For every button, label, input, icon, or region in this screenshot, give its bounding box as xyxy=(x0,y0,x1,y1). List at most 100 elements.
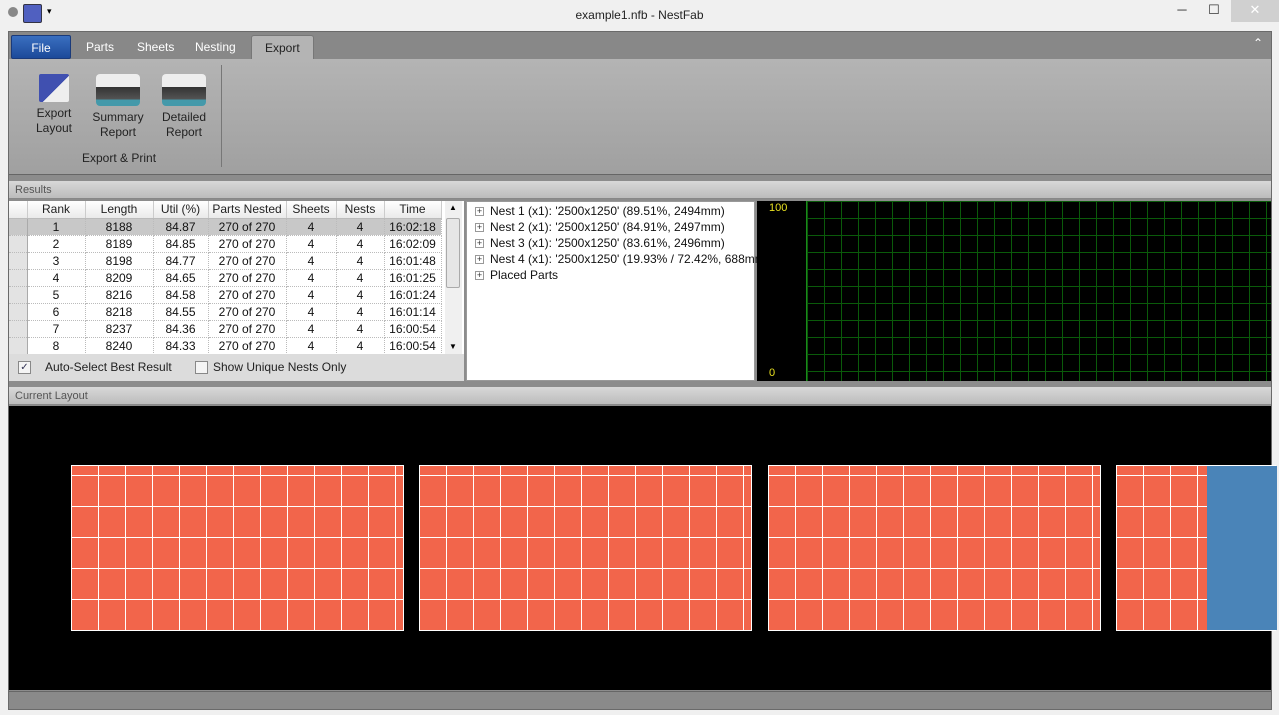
button-label: Report xyxy=(165,125,203,139)
row-header[interactable] xyxy=(9,252,28,270)
table-row[interactable]: 6 8218 84.55 270 of 270 4 4 16:01:14 xyxy=(9,303,442,321)
tab-file[interactable]: File xyxy=(11,35,71,59)
table-cell: 4 xyxy=(336,235,385,253)
table-cell: 4 xyxy=(336,218,385,236)
row-header[interactable] xyxy=(9,320,28,338)
table-cell: 16:02:18 xyxy=(384,218,442,236)
scroll-down-icon[interactable]: ▼ xyxy=(449,342,457,351)
scroll-thumb[interactable] xyxy=(446,218,460,288)
table-cell: 270 of 270 xyxy=(208,320,287,338)
tree-node[interactable]: + Placed Parts xyxy=(475,268,558,284)
tree-node[interactable]: + Nest 2 (x1): '2500x1250' (84.91%, 2497m… xyxy=(475,220,725,236)
table-cell: 270 of 270 xyxy=(208,235,287,253)
export-layout-button[interactable]: Export Layout xyxy=(29,74,79,136)
table-row[interactable]: 5 8216 84.58 270 of 270 4 4 16:01:24 xyxy=(9,286,442,304)
row-header[interactable] xyxy=(9,218,28,236)
expand-icon[interactable]: + xyxy=(475,239,484,249)
table-cell: 5 xyxy=(27,286,86,304)
nest-tree: + Nest 1 (x1): '2500x1250' (89.51%, 2494m… xyxy=(466,201,769,381)
table-cell: 270 of 270 xyxy=(208,252,287,270)
table-row[interactable]: 4 8209 84.65 270 of 270 4 4 16:01:25 xyxy=(9,269,442,287)
row-header[interactable] xyxy=(9,303,28,321)
nest-sheet-2[interactable] xyxy=(419,465,752,631)
tab-export[interactable]: Export xyxy=(251,35,314,59)
expand-icon[interactable]: + xyxy=(475,207,484,217)
row-header[interactable] xyxy=(9,235,28,253)
results-grid: Rank Length Util (%) Parts Nested Sheets Nest… xyxy=(9,201,464,381)
column-header[interactable]: Rank xyxy=(27,201,86,219)
table-cell: 16:01:24 xyxy=(384,286,442,304)
nest-sheet-3[interactable] xyxy=(768,465,1101,631)
ribbon-group-label: Export & Print xyxy=(82,151,157,165)
expand-icon[interactable]: + xyxy=(475,223,484,233)
table-row[interactable]: 7 8237 84.36 270 of 270 4 4 16:00:54 xyxy=(9,320,442,338)
auto-select-checkbox[interactable]: ✓ xyxy=(18,361,31,374)
status-bar xyxy=(9,691,1271,709)
maximize-button[interactable]: ☐ xyxy=(1199,0,1229,22)
unique-nests-checkbox[interactable] xyxy=(195,361,208,374)
tree-node[interactable]: + Nest 4 (x1): '2500x1250' (19.93% / 72.4… xyxy=(475,252,769,268)
window-title: example1.nfb - NestFab xyxy=(575,8,704,22)
results-scrollbar[interactable]: ▲ ▼ xyxy=(445,201,462,354)
expand-icon[interactable]: + xyxy=(475,255,484,265)
table-cell: 2 xyxy=(27,235,86,253)
detailed-report-button[interactable]: Detailed Report xyxy=(157,74,211,140)
nest-sheet-1[interactable] xyxy=(71,465,404,631)
column-header[interactable]: Length xyxy=(85,201,154,219)
printer-icon xyxy=(162,74,206,106)
summary-report-button[interactable]: Summary Report xyxy=(91,74,145,140)
table-cell: 4 xyxy=(336,303,385,321)
tab-sheets[interactable]: Sheets xyxy=(124,35,187,59)
row-header[interactable] xyxy=(9,269,28,287)
table-cell: 8218 xyxy=(85,303,154,321)
table-cell: 84.85 xyxy=(153,235,209,253)
table-cell: 4 xyxy=(286,252,337,270)
tree-node-label: Nest 1 (x1): '2500x1250' (89.51%, 2494mm… xyxy=(490,204,725,218)
table-row[interactable]: 1 8188 84.87 270 of 270 4 4 16:02:18 xyxy=(9,218,442,236)
table-row[interactable]: 8 8240 84.33 270 of 270 4 4 16:00:54 xyxy=(9,337,442,355)
table-cell: 16:00:54 xyxy=(384,320,442,338)
group-divider xyxy=(221,65,222,167)
row-header[interactable] xyxy=(9,337,28,355)
collapse-ribbon-icon[interactable]: ⌃ xyxy=(1253,36,1263,50)
table-cell: 4 xyxy=(336,320,385,338)
layout-view[interactable] xyxy=(9,406,1277,690)
floppy-export-icon xyxy=(39,74,69,102)
printer-icon xyxy=(96,74,140,106)
table-cell: 16:02:09 xyxy=(384,235,442,253)
tree-node-label: Nest 4 (x1): '2500x1250' (19.93% / 72.42… xyxy=(490,252,769,266)
auto-select-label: Auto-Select Best Result xyxy=(45,360,172,374)
column-header[interactable]: Parts Nested xyxy=(208,201,287,219)
button-label: Summary xyxy=(92,110,144,124)
tree-node[interactable]: + Nest 1 (x1): '2500x1250' (89.51%, 2494m… xyxy=(475,204,725,220)
table-cell: 270 of 270 xyxy=(208,218,287,236)
row-header[interactable] xyxy=(9,286,28,304)
minimize-button[interactable]: ─ xyxy=(1167,0,1197,22)
table-cell: 270 of 270 xyxy=(208,337,287,355)
tree-node-label: Nest 2 (x1): '2500x1250' (84.91%, 2497mm… xyxy=(490,220,725,234)
expand-icon[interactable]: + xyxy=(475,271,484,281)
tab-nesting[interactable]: Nesting xyxy=(182,35,249,59)
tree-node[interactable]: + Nest 3 (x1): '2500x1250' (83.61%, 2496m… xyxy=(475,236,725,252)
tab-parts[interactable]: Parts xyxy=(73,35,127,59)
column-header[interactable]: Nests xyxy=(336,201,385,219)
table-row[interactable]: 2 8189 84.85 270 of 270 4 4 16:02:09 xyxy=(9,235,442,253)
table-cell: 1 xyxy=(27,218,86,236)
nest-sheet-4[interactable] xyxy=(1116,465,1277,631)
close-button[interactable]: ✕ xyxy=(1231,0,1279,22)
table-cell: 16:01:25 xyxy=(384,269,442,287)
table-cell: 16:01:14 xyxy=(384,303,442,321)
table-cell: 3 xyxy=(27,252,86,270)
column-header[interactable]: Time xyxy=(384,201,442,219)
table-cell: 84.58 xyxy=(153,286,209,304)
tree-node-label: Nest 3 (x1): '2500x1250' (83.61%, 2496mm… xyxy=(490,236,725,250)
unique-nests-label: Show Unique Nests Only xyxy=(213,360,347,374)
current-layout-header: Current Layout xyxy=(9,387,1271,405)
column-header[interactable]: Sheets xyxy=(286,201,337,219)
ribbon-panel: Export Layout Summary Report Detailed Re… xyxy=(9,59,1271,175)
table-row[interactable]: 3 8198 84.77 270 of 270 4 4 16:01:48 xyxy=(9,252,442,270)
column-header[interactable]: Util (%) xyxy=(153,201,209,219)
y-axis-max-label: 100 xyxy=(769,202,788,214)
scroll-up-icon[interactable]: ▲ xyxy=(449,203,457,212)
results-header: Results xyxy=(9,181,1271,199)
